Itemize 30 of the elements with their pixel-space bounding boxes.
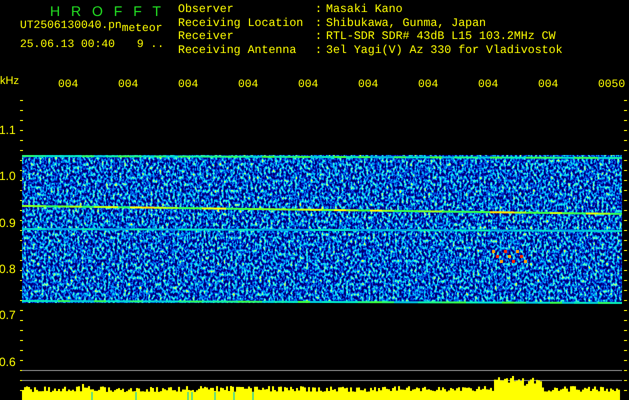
count-text: 9 .. [136, 39, 164, 52]
axis-unit: kHz [0, 74, 20, 87]
time-label: 004 [58, 79, 78, 91]
frequency-label: 1.0 [0, 169, 16, 184]
info-value: RTL-SDR SDR# 43dB L15 103.2MHz CW [326, 31, 557, 44]
app-title: H R O F F T [49, 4, 162, 18]
time-label: 0050 [598, 79, 626, 91]
time-label: 004 [538, 79, 558, 91]
file-name: UT2506130040.pn [20, 20, 122, 33]
info-separator: : [315, 4, 323, 18]
info-value: Masaki Kano [326, 4, 404, 18]
info-label: Receiving Location [178, 18, 304, 30]
info-value: 3el Yagi(V) Az 330 for Vladivostok [326, 44, 563, 58]
frequency-label: 1.1 [0, 123, 16, 137]
time-label: 004 [418, 79, 438, 91]
timestamp: 25.06.13 00:40 [20, 39, 115, 52]
info-label: Receiver [178, 31, 235, 44]
info-value: Shibukawa, Gunma, Japan [326, 18, 488, 30]
time-label: 004 [358, 79, 378, 91]
info-separator: : [315, 31, 323, 44]
info-separator: : [315, 18, 323, 31]
info-label: Receiving Antenna [178, 44, 298, 58]
time-label: 004 [238, 79, 258, 91]
time-label: 004 [478, 79, 498, 91]
info-label: Observer [178, 4, 235, 18]
event-tag: meteor [122, 23, 162, 36]
info-separator: : [315, 44, 323, 58]
time-label: 004 [118, 79, 138, 91]
time-label: 004 [298, 79, 318, 91]
time-label: 004 [178, 79, 198, 91]
